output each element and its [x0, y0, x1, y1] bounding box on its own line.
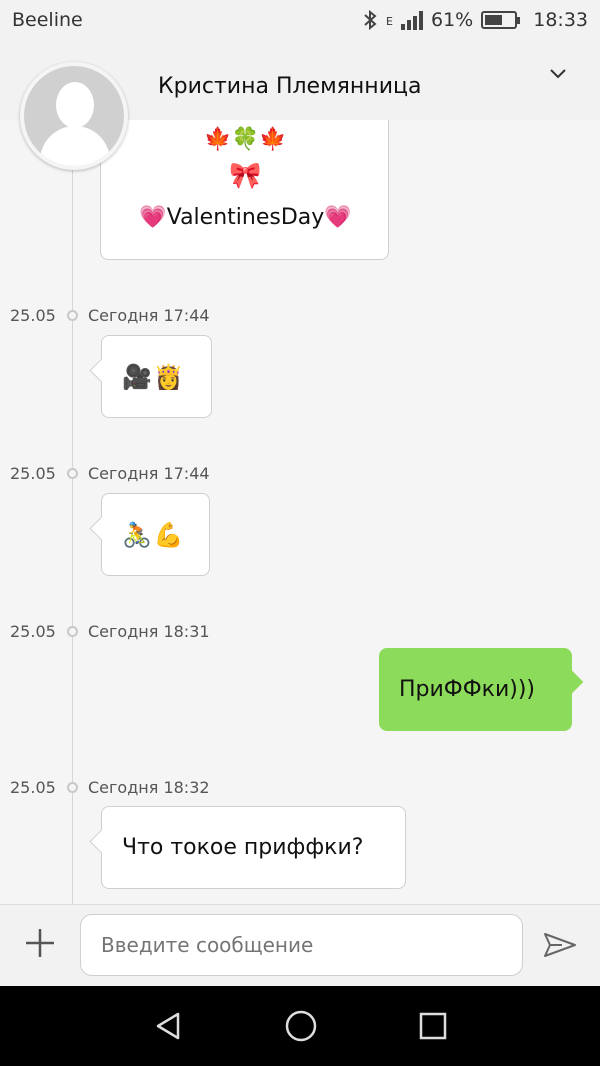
message-input[interactable]	[80, 914, 523, 976]
navigation-bar	[0, 986, 600, 1066]
message-date: 25.05	[10, 464, 56, 483]
message-card[interactable]: 🍁🍀🍁 🎀 💗ValentinesDay💗	[100, 120, 389, 260]
timeline-dot	[67, 468, 78, 479]
clock: 18:33	[533, 9, 588, 31]
plus-icon[interactable]	[22, 925, 58, 961]
carrier-name: Beeline	[12, 9, 83, 31]
battery-icon	[481, 11, 521, 29]
recents-square-icon[interactable]	[415, 1008, 451, 1044]
network-type: E	[386, 15, 393, 28]
message-bubble-outgoing[interactable]: ПриФФки)))	[379, 648, 572, 731]
timeline-dot	[67, 782, 78, 793]
message-bubble[interactable]: 🚴💪	[101, 493, 210, 576]
message-time: Сегодня 17:44	[88, 306, 210, 325]
timeline-dot	[67, 310, 78, 321]
composer-bar	[0, 904, 600, 986]
bluetooth-icon	[364, 9, 377, 31]
contact-name[interactable]: Кристина Племянница	[158, 74, 421, 99]
card-bow: 🎀	[229, 161, 262, 191]
back-triangle-icon[interactable]	[150, 1008, 186, 1044]
message-bubble[interactable]: Что токое приффки?	[101, 806, 406, 889]
message-time: Сегодня 18:31	[88, 622, 210, 641]
battery-percent: 61%	[431, 9, 474, 31]
status-bar: Beeline E 61% 18:33	[0, 0, 600, 40]
message-time: Сегодня 18:32	[88, 778, 210, 797]
send-icon[interactable]	[542, 927, 578, 963]
person-avatar-icon[interactable]	[20, 62, 128, 170]
message-time: Сегодня 17:44	[88, 464, 210, 483]
home-circle-icon[interactable]	[283, 1008, 319, 1044]
chevron-down-icon[interactable]	[548, 62, 568, 87]
message-date: 25.05	[10, 778, 56, 797]
card-text: 💗ValentinesDay💗	[139, 205, 352, 230]
timeline-dot	[67, 626, 78, 637]
card-flowers: 🍁🍀🍁	[204, 127, 287, 152]
message-bubble[interactable]: 🎥👸	[101, 335, 212, 418]
message-date: 25.05	[10, 622, 56, 641]
message-list[interactable]: 🍁🍀🍁 🎀 💗ValentinesDay💗 25.05 Сегодня 17:4…	[0, 120, 600, 904]
signal-icon	[401, 10, 423, 30]
message-date: 25.05	[10, 306, 56, 325]
